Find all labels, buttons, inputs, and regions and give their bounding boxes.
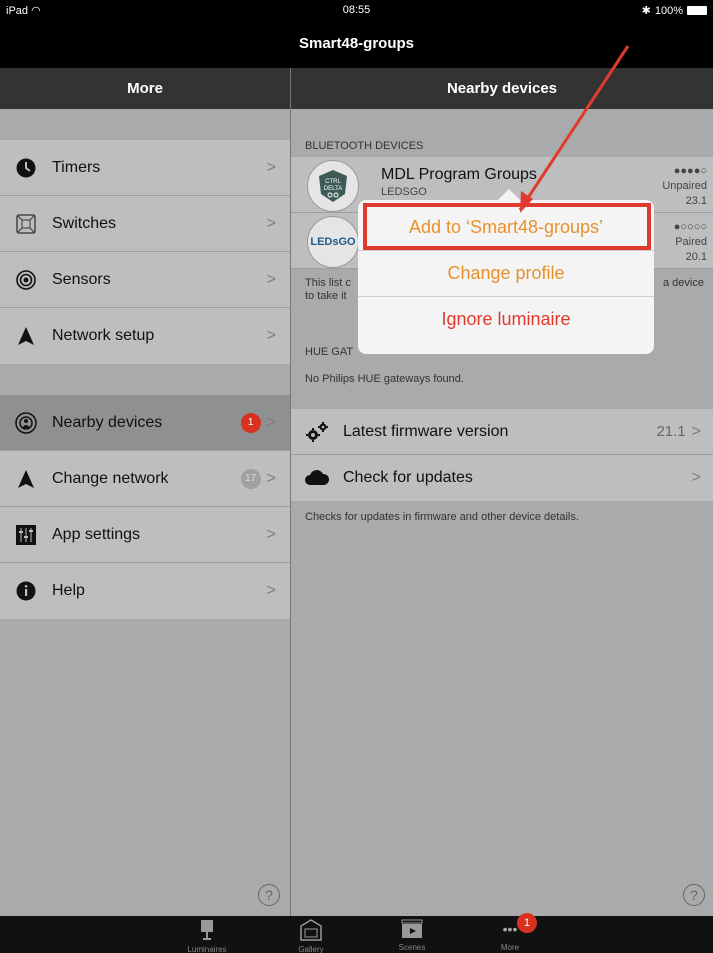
sliders-icon (0, 524, 52, 545)
info-text-tail: a device (663, 277, 704, 289)
chevron-right-icon: > (266, 214, 276, 232)
menu-item-app-settings[interactable]: App settings > (0, 507, 290, 563)
tab-more[interactable]: ••• More 1 (470, 913, 550, 952)
device-status: Paired 20.1 (675, 236, 707, 263)
menu-item-timers[interactable]: Timers > (0, 140, 290, 196)
signal-strength: ●○○○○ (673, 221, 707, 233)
highlight-box (363, 203, 651, 250)
menu-group-secondary: Nearby devices 1 > Change network 17 > A… (0, 395, 290, 619)
chevron-right-icon: > (266, 158, 276, 176)
chevron-right-icon: > (266, 469, 276, 487)
device-logo: CTRL DELTA (307, 160, 359, 212)
device-vendor: LEDSGO (381, 186, 427, 198)
network-icon (0, 469, 52, 489)
tab-luminaires[interactable]: Luminaires (167, 919, 247, 953)
battery-icon (687, 6, 707, 15)
sensor-icon (0, 269, 52, 290)
notification-badge: 1 (240, 412, 261, 433)
help-button[interactable]: ? (258, 884, 280, 906)
tab-gallery[interactable]: Gallery (271, 919, 351, 953)
clapper-icon (372, 919, 452, 941)
menu-item-help[interactable]: Help > (0, 563, 290, 619)
chevron-right-icon: > (691, 469, 701, 486)
device-status: Unpaired 23.1 (662, 180, 707, 207)
svg-text:DELTA: DELTA (324, 186, 342, 192)
more-icon: ••• (502, 921, 518, 937)
chevron-right-icon: > (266, 270, 276, 288)
cloud-icon (291, 470, 343, 486)
ignore-luminaire-option[interactable]: Ignore luminaire (358, 297, 654, 341)
svg-text:CTRL: CTRL (325, 179, 341, 185)
menu-item-switches[interactable]: Switches > (0, 196, 290, 252)
chevron-right-icon: > (691, 422, 701, 440)
bluetooth-section-label: BLUETOOTH DEVICES (305, 140, 424, 152)
updates-note: Checks for updates in firmware and other… (305, 511, 579, 523)
left-panel: Timers > Switches > Sensors > Network se… (0, 109, 290, 916)
hue-section-label: HUE GAT (305, 346, 354, 358)
clock: 08:55 (342, 4, 371, 16)
nearby-devices-header: Nearby devices (291, 68, 713, 109)
latest-firmware-row[interactable]: Latest firmware version 21.1 > (291, 409, 713, 455)
menu-item-change-network[interactable]: Change network 17 > (0, 451, 290, 507)
menu-item-nearby-devices[interactable]: Nearby devices 1 > (0, 395, 290, 451)
chevron-right-icon: > (266, 413, 276, 431)
chevron-right-icon: > (266, 582, 276, 599)
check-updates-row[interactable]: Check for updates > (291, 455, 713, 501)
menu-group-primary: Timers > Switches > Sensors > Network se… (0, 140, 290, 364)
chevron-right-icon: > (266, 327, 276, 344)
clock-icon (0, 158, 52, 178)
switch-icon (0, 213, 52, 234)
lamp-icon (167, 919, 247, 943)
popover-arrow (498, 189, 520, 200)
firmware-group: Latest firmware version 21.1 > Check for… (291, 409, 713, 501)
count-badge: 17 (240, 468, 261, 489)
notification-badge: 1 (517, 913, 537, 933)
nearby-icon (0, 411, 52, 434)
status-bar: iPad ◠ 08:55 ✱ 100% (0, 0, 713, 20)
menu-item-sensors[interactable]: Sensors > (0, 252, 290, 308)
gears-icon (291, 421, 343, 443)
info-text: This list c to take it (305, 277, 351, 302)
tab-bar: Luminaires Gallery Scenes ••• More 1 (0, 913, 713, 953)
menu-item-network-setup[interactable]: Network setup > (0, 308, 290, 364)
change-profile-option[interactable]: Change profile (358, 251, 654, 295)
bluetooth-icon: ✱ (641, 5, 651, 17)
info-icon (0, 581, 52, 601)
tab-scenes[interactable]: Scenes (372, 919, 452, 952)
help-button[interactable]: ? (683, 884, 705, 906)
battery-status: ✱ 100% (642, 4, 707, 17)
hue-status-text: No Philips HUE gateways found. (305, 373, 464, 385)
signal-strength: ●●●●○ (673, 165, 707, 177)
chevron-right-icon: > (266, 525, 276, 543)
device-name: MDL Program Groups (381, 166, 537, 183)
gallery-icon (271, 919, 351, 943)
network-icon (0, 326, 52, 346)
device-logo: LEDsGO (307, 216, 359, 268)
app-title: Smart48-groups (0, 20, 713, 68)
more-header: More (0, 68, 290, 109)
